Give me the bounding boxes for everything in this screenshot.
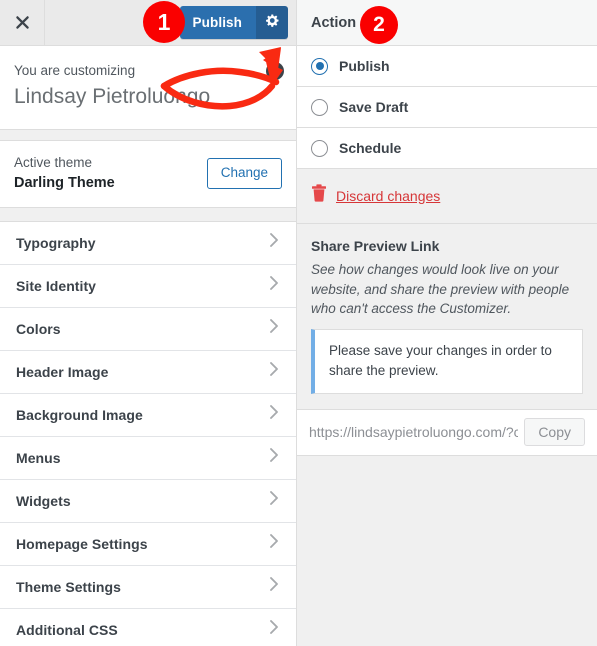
share-preview-description: See how changes would look live on your … bbox=[311, 262, 570, 317]
customizer-topbar: Publish bbox=[0, 0, 296, 46]
radio-option-label: Publish bbox=[339, 58, 390, 74]
sidebar-item-label: Site Identity bbox=[16, 277, 96, 294]
copy-url-button[interactable]: Copy bbox=[524, 418, 585, 447]
close-x-icon bbox=[14, 14, 31, 31]
action-panel-title: Action bbox=[311, 14, 357, 31]
chevron-right-icon bbox=[269, 533, 280, 554]
action-panel: Action Publish Save Draft Schedule Disca… bbox=[297, 0, 597, 646]
share-preview-title: Share Preview Link bbox=[311, 238, 440, 254]
sidebar-item-label: Additional CSS bbox=[16, 621, 118, 638]
chevron-right-icon bbox=[269, 232, 280, 253]
sidebar-item-additional-css[interactable]: Additional CSS bbox=[0, 608, 296, 646]
action-panel-empty-area bbox=[297, 456, 597, 646]
nav-section-spacer bbox=[0, 207, 296, 222]
sidebar-item-background-image[interactable]: Background Image bbox=[0, 393, 296, 437]
customizer-sidebar: Publish You are customizing Lindsay Piet… bbox=[0, 0, 297, 646]
preview-url-input[interactable] bbox=[309, 424, 519, 441]
radio-option-save-draft[interactable]: Save Draft bbox=[297, 87, 597, 128]
chevron-right-icon bbox=[269, 318, 280, 339]
sidebar-item-colors[interactable]: Colors bbox=[0, 307, 296, 351]
chevron-right-icon bbox=[269, 447, 280, 468]
action-panel-header: Action bbox=[297, 0, 597, 46]
sidebar-item-label: Colors bbox=[16, 320, 61, 337]
radio-option-label: Schedule bbox=[339, 140, 402, 156]
trash-icon bbox=[311, 184, 327, 207]
active-theme-name: Darling Theme bbox=[14, 174, 115, 191]
sidebar-item-label: Typography bbox=[16, 234, 96, 251]
preview-url-row: Copy bbox=[297, 410, 597, 457]
sidebar-item-label: Theme Settings bbox=[16, 578, 121, 595]
radio-mark-icon bbox=[311, 98, 328, 116]
sidebar-item-label: Background Image bbox=[16, 406, 143, 423]
change-theme-button[interactable]: Change bbox=[206, 158, 282, 189]
sidebar-item-menus[interactable]: Menus bbox=[0, 436, 296, 480]
site-title: Lindsay Pietroluongo bbox=[14, 84, 211, 108]
active-theme-row: Active theme Darling Theme Change bbox=[0, 141, 296, 208]
chevron-right-icon bbox=[269, 404, 280, 425]
customizing-label: You are customizing bbox=[14, 63, 136, 78]
customizer-nav-list: Typography Site Identity Colors Header I… bbox=[0, 221, 296, 646]
discard-changes-row: Discard changes bbox=[297, 169, 597, 224]
sidebar-item-typography[interactable]: Typography bbox=[0, 221, 296, 265]
sidebar-item-label: Widgets bbox=[16, 492, 71, 509]
publish-button[interactable]: Publish bbox=[179, 6, 255, 39]
action-radio-group: Publish Save Draft Schedule bbox=[297, 46, 597, 169]
sidebar-item-header-image[interactable]: Header Image bbox=[0, 350, 296, 394]
chevron-right-icon bbox=[269, 576, 280, 597]
chevron-right-icon bbox=[269, 275, 280, 296]
chevron-right-icon bbox=[269, 619, 280, 640]
chevron-right-icon bbox=[269, 490, 280, 511]
save-changes-notice: Please save your changes in order to sha… bbox=[311, 328, 583, 395]
chevron-right-icon bbox=[269, 361, 280, 382]
radio-option-publish[interactable]: Publish bbox=[297, 46, 597, 87]
radio-option-label: Save Draft bbox=[339, 99, 409, 115]
sidebar-item-theme-settings[interactable]: Theme Settings bbox=[0, 565, 296, 609]
sidebar-item-homepage-settings[interactable]: Homepage Settings bbox=[0, 522, 296, 566]
sidebar-item-widgets[interactable]: Widgets bbox=[0, 479, 296, 523]
radio-mark-icon bbox=[311, 139, 328, 157]
close-customizer-button[interactable] bbox=[0, 0, 45, 45]
publish-settings-gear-button[interactable] bbox=[255, 6, 288, 39]
customizer-screen: Publish You are customizing Lindsay Piet… bbox=[0, 0, 597, 646]
discard-changes-link[interactable]: Discard changes bbox=[336, 188, 440, 204]
help-question-icon[interactable]: ? bbox=[266, 62, 284, 80]
sidebar-item-label: Header Image bbox=[16, 363, 109, 380]
theme-section-spacer bbox=[0, 130, 296, 142]
sidebar-item-site-identity[interactable]: Site Identity bbox=[0, 264, 296, 308]
customizing-title-area: You are customizing Lindsay Pietroluongo… bbox=[0, 46, 296, 131]
active-theme-text: Active theme Darling Theme bbox=[14, 153, 115, 194]
publish-button-group: Publish bbox=[179, 6, 288, 39]
radio-mark-icon bbox=[311, 57, 328, 75]
active-theme-label: Active theme bbox=[14, 155, 93, 171]
sidebar-item-label: Menus bbox=[16, 449, 61, 466]
radio-option-schedule[interactable]: Schedule bbox=[297, 128, 597, 169]
sidebar-item-label: Homepage Settings bbox=[16, 535, 148, 552]
share-preview-link-section: Share Preview Link See how changes would… bbox=[297, 224, 597, 411]
gear-icon bbox=[265, 13, 280, 33]
